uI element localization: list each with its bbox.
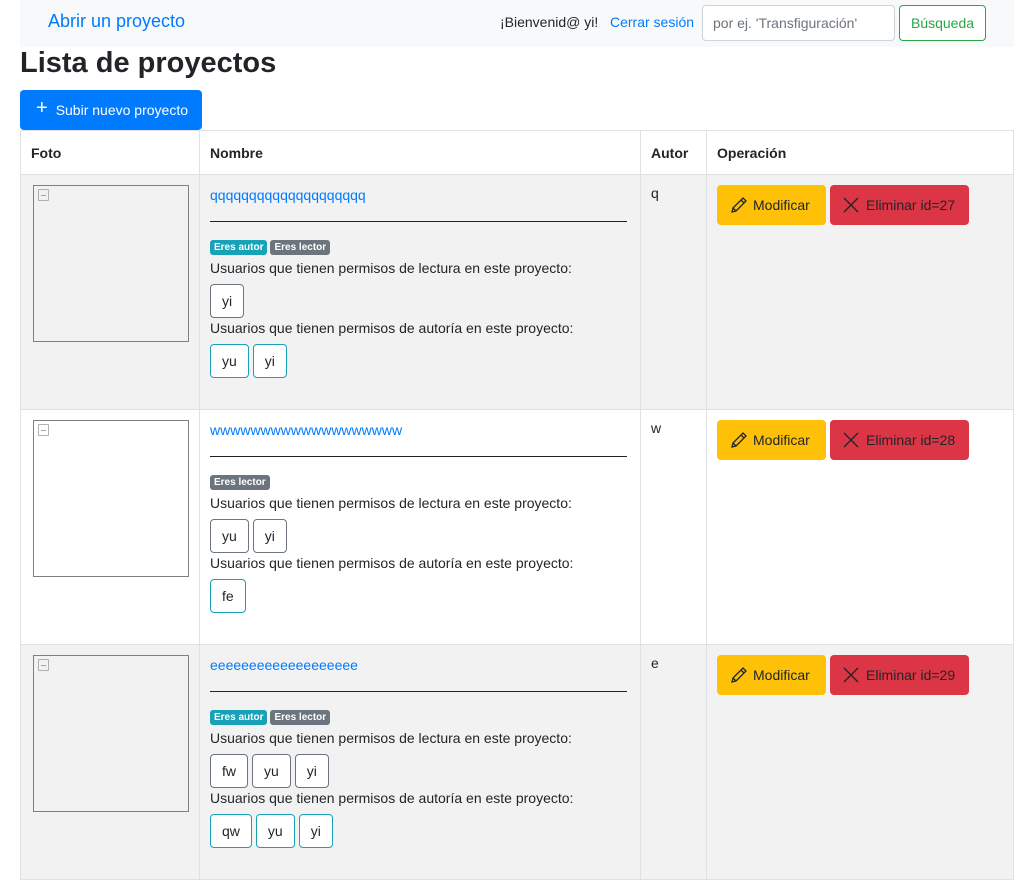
table-row: qqqqqqqqqqqqqqqqqqqq Eres autor Eres lec…	[20, 174, 1014, 410]
search-placeholder: por ej. 'Transfiguración'	[713, 15, 858, 31]
author-list: yu yi	[210, 344, 630, 378]
search-button[interactable]: Búsqueda	[899, 5, 986, 41]
delete-button[interactable]: Eliminar id=29	[830, 655, 969, 695]
author-chip[interactable]: yi	[298, 814, 333, 848]
modify-button[interactable]: Modificar	[717, 420, 826, 460]
operation-cell: Modificar Eliminar id=27	[706, 174, 1014, 410]
modify-label: Modificar	[753, 667, 810, 683]
header-autor: Autor	[640, 130, 707, 175]
upload-project-label: Subir nuevo proyecto	[55, 102, 188, 118]
author-badge: Eres autor	[210, 240, 268, 255]
author-cell: w	[640, 409, 707, 645]
modify-label: Modificar	[753, 197, 810, 213]
close-icon	[842, 431, 860, 449]
author-chip[interactable]: qw	[210, 814, 252, 848]
divider	[210, 221, 627, 222]
reader-chip[interactable]: yi	[252, 519, 287, 553]
modify-button[interactable]: Modificar	[717, 655, 826, 695]
author-chip[interactable]: fe	[210, 579, 246, 613]
author-cell: e	[640, 644, 707, 880]
author-chip[interactable]: yi	[252, 344, 287, 378]
broken-image-icon	[38, 659, 49, 671]
read-permissions-label: Usuarios que tienen permisos de lectura …	[210, 730, 572, 746]
projects-table: Foto Nombre Autor Operación qqqqqqqqqqqq…	[20, 130, 1014, 880]
navbar: Abrir un proyecto ¡Bienvenid@ yi! Cerrar…	[20, 0, 1014, 47]
author-list: fe	[210, 579, 630, 613]
reader-chip[interactable]: yu	[210, 519, 249, 553]
delete-label: Eliminar id=27	[866, 197, 956, 213]
pencil-icon	[729, 665, 749, 685]
modify-button[interactable]: Modificar	[717, 185, 826, 225]
project-name-link[interactable]: eeeeeeeeeeeeeeeeeee	[210, 655, 630, 675]
divider	[210, 691, 627, 692]
photo-cell	[20, 644, 200, 880]
operation-cell: Modificar Eliminar id=28	[706, 409, 1014, 645]
author-permissions-label: Usuarios que tienen permisos de autoría …	[210, 320, 574, 336]
logout-link[interactable]: Cerrar sesión	[610, 14, 694, 30]
name-cell: eeeeeeeeeeeeeeeeeee Eres autor Eres lect…	[199, 644, 641, 880]
reader-badge: Eres lector	[270, 240, 331, 255]
author-list: qw yu yi	[210, 814, 630, 848]
search-input[interactable]: por ej. 'Transfiguración'	[702, 5, 895, 41]
operation-cell: Modificar Eliminar id=29	[706, 644, 1014, 880]
photo-cell	[20, 409, 200, 645]
read-permissions-label: Usuarios que tienen permisos de lectura …	[210, 260, 572, 276]
welcome-text: ¡Bienvenid@ yi!	[500, 14, 599, 30]
role-badges: Eres autor Eres lector	[210, 710, 630, 725]
name-cell: wwwwwwwwwwwwwwwwwww Eres lector Usuarios…	[199, 409, 641, 645]
author-chip[interactable]: yu	[255, 814, 295, 848]
header-operacion: Operación	[706, 130, 1014, 175]
project-name-link[interactable]: wwwwwwwwwwwwwwwwwww	[210, 420, 630, 440]
close-icon	[842, 666, 860, 684]
broken-image-icon	[38, 424, 49, 436]
plus-icon: +	[36, 97, 48, 119]
project-photo	[33, 420, 189, 577]
project-photo	[33, 185, 189, 342]
broken-image-icon	[38, 189, 49, 201]
author-cell: q	[640, 174, 707, 410]
author-badge: Eres autor	[210, 710, 268, 725]
role-badges: Eres autor Eres lector	[210, 240, 630, 255]
reader-chip[interactable]: yi	[294, 754, 329, 788]
reader-chip[interactable]: yu	[252, 754, 291, 788]
photo-cell	[20, 174, 200, 410]
project-name-link[interactable]: qqqqqqqqqqqqqqqqqqqq	[210, 185, 630, 205]
modify-label: Modificar	[753, 432, 810, 448]
header-foto: Foto	[20, 130, 200, 175]
reader-badge: Eres lector	[270, 710, 331, 725]
name-cell: qqqqqqqqqqqqqqqqqqqq Eres autor Eres lec…	[199, 174, 641, 410]
header-nombre: Nombre	[199, 130, 641, 175]
delete-label: Eliminar id=28	[866, 432, 956, 448]
delete-button[interactable]: Eliminar id=28	[830, 420, 969, 460]
table-row: wwwwwwwwwwwwwwwwwww Eres lector Usuarios…	[20, 409, 1014, 645]
upload-project-button[interactable]: + Subir nuevo proyecto	[20, 90, 202, 130]
close-icon	[842, 196, 860, 214]
brand-link[interactable]: Abrir un proyecto	[48, 11, 185, 32]
reader-list: fw yu yi	[210, 754, 630, 788]
delete-label: Eliminar id=29	[866, 667, 956, 683]
reader-list: yi	[210, 284, 630, 318]
reader-chip[interactable]: fw	[210, 754, 248, 788]
divider	[210, 456, 627, 457]
project-photo	[33, 655, 189, 812]
table-header-row: Foto Nombre Autor Operación	[20, 130, 1014, 175]
pencil-icon	[729, 430, 749, 450]
role-badges: Eres lector	[210, 475, 630, 490]
page-title: Lista de proyectos	[20, 47, 277, 79]
author-permissions-label: Usuarios que tienen permisos de autoría …	[210, 555, 574, 571]
table-row: eeeeeeeeeeeeeeeeeee Eres autor Eres lect…	[20, 644, 1014, 880]
reader-list: yu yi	[210, 519, 630, 553]
reader-badge: Eres lector	[210, 475, 270, 490]
reader-chip[interactable]: yi	[210, 284, 245, 318]
author-chip[interactable]: yu	[210, 344, 249, 378]
author-permissions-label: Usuarios que tienen permisos de autoría …	[210, 790, 574, 806]
delete-button[interactable]: Eliminar id=27	[830, 185, 969, 225]
read-permissions-label: Usuarios que tienen permisos de lectura …	[210, 495, 572, 511]
pencil-icon	[729, 195, 749, 215]
